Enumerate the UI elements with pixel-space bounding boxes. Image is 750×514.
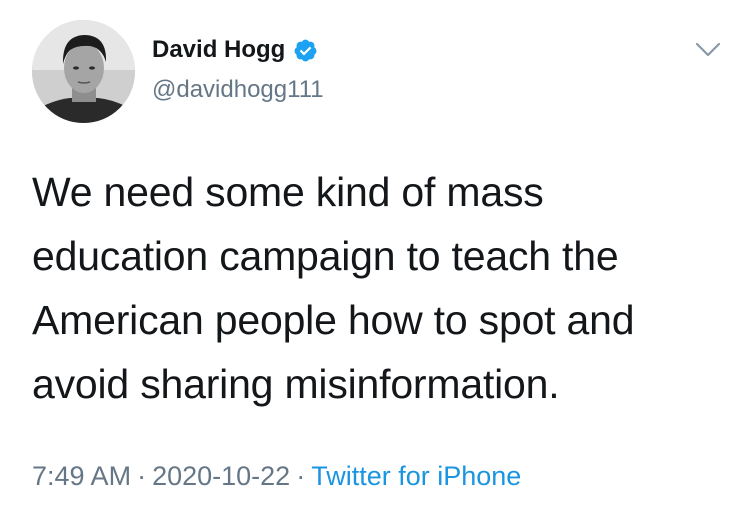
tweet-text-line: education campaign to teach the [32,233,619,279]
verified-badge-icon [293,38,318,63]
chevron-down-icon[interactable] [694,40,722,60]
tweet-text-line: avoid sharing misinformation. [32,361,560,407]
tweet-date[interactable]: 2020-10-22 [152,461,290,491]
separator: · [296,461,306,491]
separator: · [137,461,147,491]
display-name[interactable]: David Hogg [152,36,285,64]
avatar[interactable] [32,20,135,123]
tweet-text-line: We need some kind of mass [32,169,544,215]
author-handle[interactable]: @davidhogg111 [152,76,324,104]
tweet-card: David Hogg @davidhogg111 We need some ki… [0,0,750,514]
author-name-row: David Hogg [152,36,318,64]
tweet-time[interactable]: 7:49 AM [32,461,131,491]
profile-photo [32,20,135,123]
tweet-text-line: American people how to spot and [32,297,635,343]
tweet-text: We need some kind of mass education camp… [32,160,722,416]
tweet-metadata: 7:49 AM · 2020-10-22 · Twitter for iPhone [32,460,521,492]
tweet-source-link[interactable]: Twitter for iPhone [311,461,521,491]
